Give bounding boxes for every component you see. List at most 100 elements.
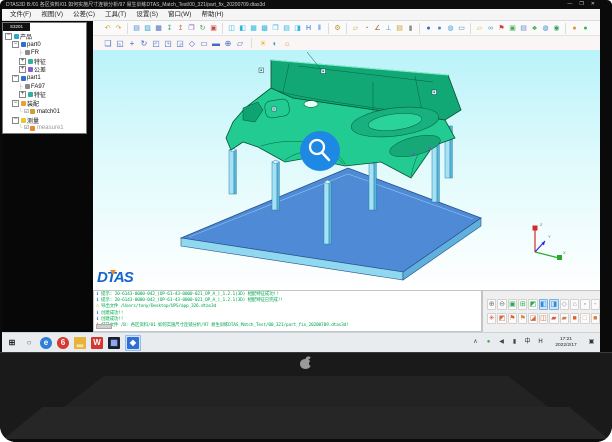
- protractor-icon[interactable]: ◔: [362, 24, 371, 33]
- monitor-icon[interactable]: ▭: [457, 24, 466, 33]
- viewport-3d[interactable]: Z Y X: [93, 50, 600, 290]
- target-icon[interactable]: ◉: [552, 24, 561, 33]
- mini-cube-icon[interactable]: ▫: [580, 299, 589, 310]
- explode-icon[interactable]: ✳: [487, 313, 496, 324]
- iso-view-icon[interactable]: ◇: [187, 38, 197, 48]
- expand-icon[interactable]: +: [19, 91, 26, 98]
- zoom-fit-icon[interactable]: ❑: [103, 38, 113, 48]
- panel-view-icon[interactable]: ▰: [549, 313, 558, 324]
- pause-icon[interactable]: H: [304, 24, 313, 33]
- magnifier-overlay[interactable]: [300, 131, 340, 171]
- angle-measure-icon[interactable]: ∠: [373, 24, 382, 33]
- iso-cube-icon[interactable]: ◇: [560, 299, 569, 310]
- report-view-icon[interactable]: ▤: [282, 24, 291, 33]
- ime-mode-label[interactable]: H: [536, 338, 545, 347]
- tree-row-part0[interactable]: −part0: [4, 40, 64, 48]
- tree-row-part1[interactable]: −part1: [4, 74, 64, 82]
- split-view-icon[interactable]: ◧: [238, 24, 247, 33]
- sun-icon[interactable]: ☀: [258, 38, 268, 48]
- top-view-icon[interactable]: ◳: [163, 38, 173, 48]
- cad-scene[interactable]: Z Y X: [93, 50, 600, 290]
- tree-row-measure1[interactable]: └☑measure1: [4, 124, 64, 132]
- orange-cube-icon[interactable]: ■: [591, 313, 600, 324]
- zoom-in-icon[interactable]: ⊕: [487, 299, 496, 310]
- collapse-icon[interactable]: −: [5, 33, 12, 40]
- home-view-icon[interactable]: ⌂: [570, 299, 579, 310]
- shaded-icon[interactable]: ▬: [211, 38, 221, 48]
- menu-item-4[interactable]: 设置(S): [131, 9, 163, 20]
- wps-icon[interactable]: W: [91, 337, 103, 349]
- taskbar-clock[interactable]: 17:21 2022/2/17: [549, 337, 583, 348]
- parallel-icon[interactable]: ‖: [315, 24, 324, 33]
- pale-cube-icon[interactable]: □: [580, 313, 589, 324]
- expand-icon[interactable]: +: [19, 66, 26, 73]
- point-select-icon[interactable]: ⊕: [223, 38, 233, 48]
- wireframe-icon[interactable]: ▭: [199, 38, 209, 48]
- save-icon[interactable]: ▦: [154, 24, 163, 33]
- browser-360-icon[interactable]: 6: [57, 337, 69, 349]
- flag-left-icon[interactable]: ⚑: [508, 313, 517, 324]
- collapse-icon[interactable]: −: [12, 41, 19, 48]
- mail-icon[interactable]: ▱: [475, 24, 484, 33]
- half-light-icon[interactable]: ◐: [270, 38, 280, 48]
- section-icon[interactable]: ▱: [235, 38, 245, 48]
- zoom-out-icon[interactable]: ⊖: [497, 299, 506, 310]
- close-button[interactable]: ✕: [591, 0, 595, 9]
- left-view-icon[interactable]: ◲: [175, 38, 185, 48]
- export-icon[interactable]: ↥: [176, 24, 185, 33]
- edge-browser-icon[interactable]: e: [40, 337, 52, 349]
- bright-icon[interactable]: ☼: [282, 38, 292, 48]
- tray-capture-icon[interactable]: ▣: [587, 338, 596, 347]
- single-view-icon[interactable]: ◫: [227, 24, 236, 33]
- tree-row-公差[interactable]: +公差: [4, 66, 64, 74]
- delete-icon[interactable]: ▣: [209, 24, 218, 33]
- expand-icon[interactable]: +: [19, 58, 26, 65]
- spin-cube-icon[interactable]: ◨: [549, 299, 558, 310]
- tree-row-产品[interactable]: −产品: [4, 32, 64, 40]
- undo-icon[interactable]: ↶: [103, 24, 112, 33]
- tray-volume-icon[interactable]: ◀: [497, 338, 506, 347]
- ruler-icon[interactable]: ▱: [351, 24, 360, 33]
- collapse-icon[interactable]: −: [12, 117, 19, 124]
- tree-tab[interactable]: S3201: [3, 23, 30, 31]
- rotate-icon[interactable]: ↻: [139, 38, 149, 48]
- cube-edge-icon[interactable]: ◪: [528, 313, 537, 324]
- record-icon[interactable]: ●: [570, 24, 579, 33]
- new-file-icon[interactable]: ▤: [132, 24, 141, 33]
- menu-item-5[interactable]: 窗口(W): [163, 9, 196, 20]
- settings-gear-icon[interactable]: ⚙: [333, 24, 342, 33]
- tree-row-测量[interactable]: −测量: [4, 116, 64, 124]
- tree-checkbox[interactable]: ☑: [24, 109, 29, 115]
- rotate-cube-icon[interactable]: ◧: [539, 299, 548, 310]
- zoom-window-icon[interactable]: ◱: [115, 38, 125, 48]
- sphere-shade-icon[interactable]: ●: [435, 24, 444, 33]
- sphere-view-icon[interactable]: ●: [424, 24, 433, 33]
- tray-chevron-icon[interactable]: ∧: [471, 338, 480, 347]
- photoshop-icon[interactable]: ▦: [108, 337, 120, 349]
- front-view-icon[interactable]: ◰: [151, 38, 161, 48]
- cascade-view-icon[interactable]: ❐: [271, 24, 280, 33]
- ime-zh-label[interactable]: 中: [523, 338, 532, 347]
- tree-row-装配[interactable]: −装配: [4, 99, 64, 107]
- link-icon[interactable]: ∞: [486, 24, 495, 33]
- table-view-icon[interactable]: ▦: [249, 24, 258, 33]
- flag-right-icon[interactable]: ⚑: [518, 313, 527, 324]
- collapse-icon[interactable]: −: [12, 100, 19, 107]
- active-task-highlight[interactable]: ◆: [125, 335, 141, 351]
- menu-item-1[interactable]: 视图(V): [36, 9, 68, 20]
- four-view-icon[interactable]: ⊞: [518, 299, 527, 310]
- image-icon[interactable]: ▣: [508, 24, 517, 33]
- tray-status-icon[interactable]: ●: [484, 338, 493, 347]
- leaf-icon[interactable]: ♣: [530, 24, 539, 33]
- fit-all-icon[interactable]: ▣: [508, 299, 517, 310]
- sphere-wire-icon[interactable]: ◍: [446, 24, 455, 33]
- solid-cube-icon[interactable]: ■: [570, 313, 579, 324]
- tree-checkbox[interactable]: ☑: [24, 125, 29, 131]
- log-scrollbar[interactable]: [96, 324, 112, 329]
- import-icon[interactable]: ↧: [165, 24, 174, 33]
- open-file-icon[interactable]: ▨: [143, 24, 152, 33]
- note-icon[interactable]: ▤: [519, 24, 528, 33]
- tray-network-icon[interactable]: ▮: [510, 338, 519, 347]
- menu-item-0[interactable]: 文件(F): [5, 9, 36, 20]
- model-panel[interactable]: [226, 52, 461, 178]
